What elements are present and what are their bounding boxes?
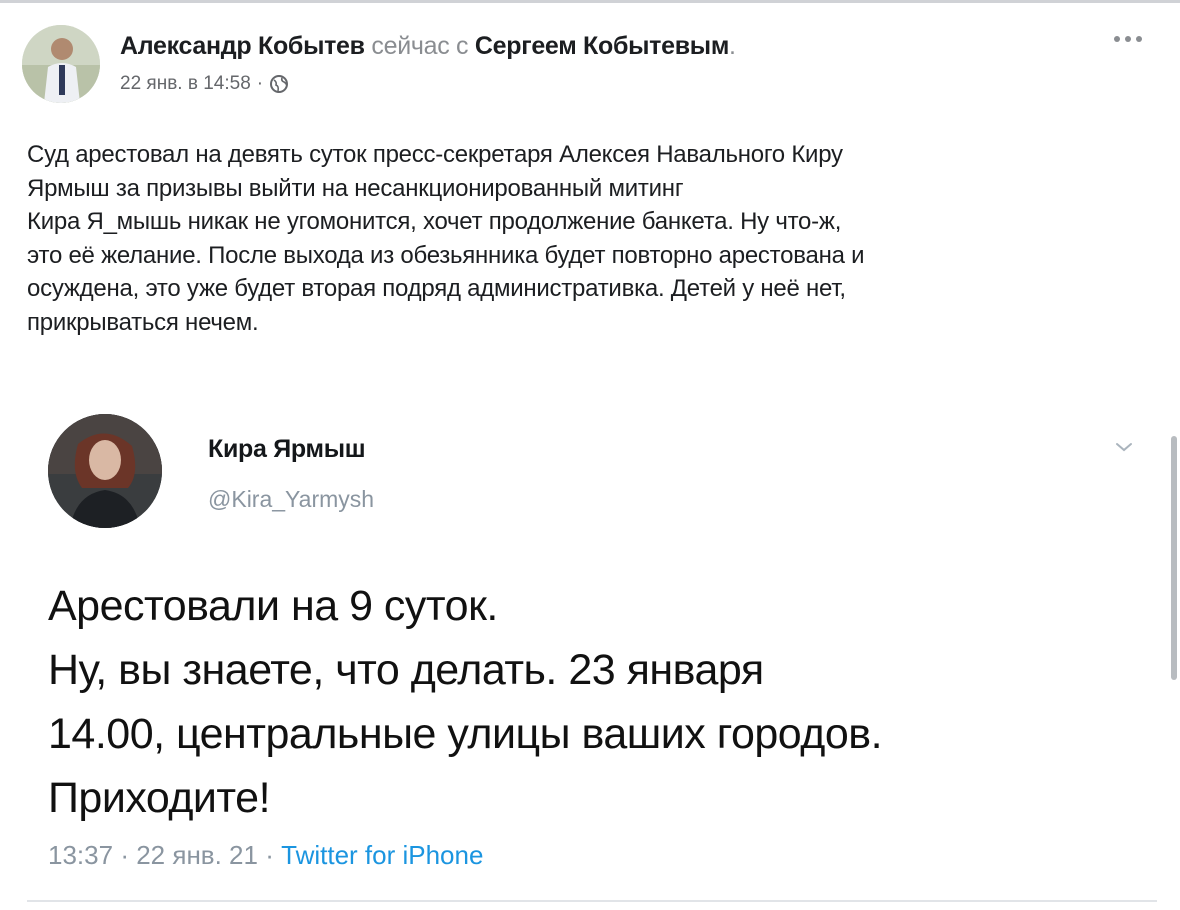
- meta-separator: ·: [256, 73, 264, 94]
- with-prefix: сейчас с: [371, 32, 469, 60]
- tweet-time[interactable]: 13:37: [48, 840, 113, 870]
- post-text-line: осуждена, это уже будет вторая подряд ад…: [27, 275, 846, 302]
- footer-separator: ·: [120, 840, 129, 870]
- tweet-author-avatar[interactable]: [48, 414, 162, 528]
- tweet-footer: 13:37 · 22 янв. 21 · Twitter for iPhone: [48, 838, 483, 872]
- tweet-text-line: 14.00, центральные улицы ваших городов.: [48, 710, 883, 758]
- tweet-text-line: Приходите!: [48, 774, 271, 822]
- post-meta: 22 янв. в 14:58 ·: [120, 71, 289, 97]
- post-text-line: Кира Я_мышь никак не угомонится, хочет п…: [27, 208, 842, 235]
- scrollbar[interactable]: [1171, 436, 1177, 680]
- footer-separator: ·: [265, 840, 274, 870]
- divider: [27, 900, 1157, 902]
- more-icon[interactable]: [1110, 32, 1146, 46]
- post-text-line: Ярмыш за призывы выйти на несанкциониров…: [27, 174, 684, 202]
- top-border: [0, 0, 1180, 3]
- tweet-text: Арестовали на 9 суток. Ну, вы знаете, чт…: [48, 574, 883, 830]
- post-text-line: Суд арестовал на девять суток пресс-секр…: [27, 141, 843, 168]
- post-text: Суд арестовал на девять суток пресс-секр…: [27, 138, 1157, 339]
- tweet-date[interactable]: 22 янв. 21: [136, 840, 258, 870]
- post-date[interactable]: 22 янв. в 14:58: [120, 71, 251, 97]
- author-name[interactable]: Александр Кобытев: [120, 32, 365, 60]
- post-author-line: Александр Кобытев сейчас с Сергеем Кобыт…: [120, 30, 736, 62]
- tweet-text-line: Арестовали на 9 суток.: [48, 582, 498, 630]
- globe-icon: [270, 75, 289, 93]
- post-text-line: прикрываться нечем.: [27, 308, 259, 336]
- tweet-author-handle[interactable]: @Kira_Yarmysh: [208, 484, 374, 514]
- post-text-line: это её желание. После выхода из обезьянн…: [27, 241, 865, 269]
- tweet-source-link[interactable]: Twitter for iPhone: [281, 840, 483, 870]
- author-avatar[interactable]: [22, 25, 100, 103]
- tweet-author-name[interactable]: Кира Ярмыш: [208, 433, 366, 465]
- tweet-text-line: Ну, вы знаете, что делать. 23 января: [48, 646, 764, 694]
- tagged-user[interactable]: Сергеем Кобытевым: [475, 32, 729, 60]
- tagged-suffix: .: [729, 32, 736, 60]
- chevron-down-icon[interactable]: [1114, 440, 1134, 454]
